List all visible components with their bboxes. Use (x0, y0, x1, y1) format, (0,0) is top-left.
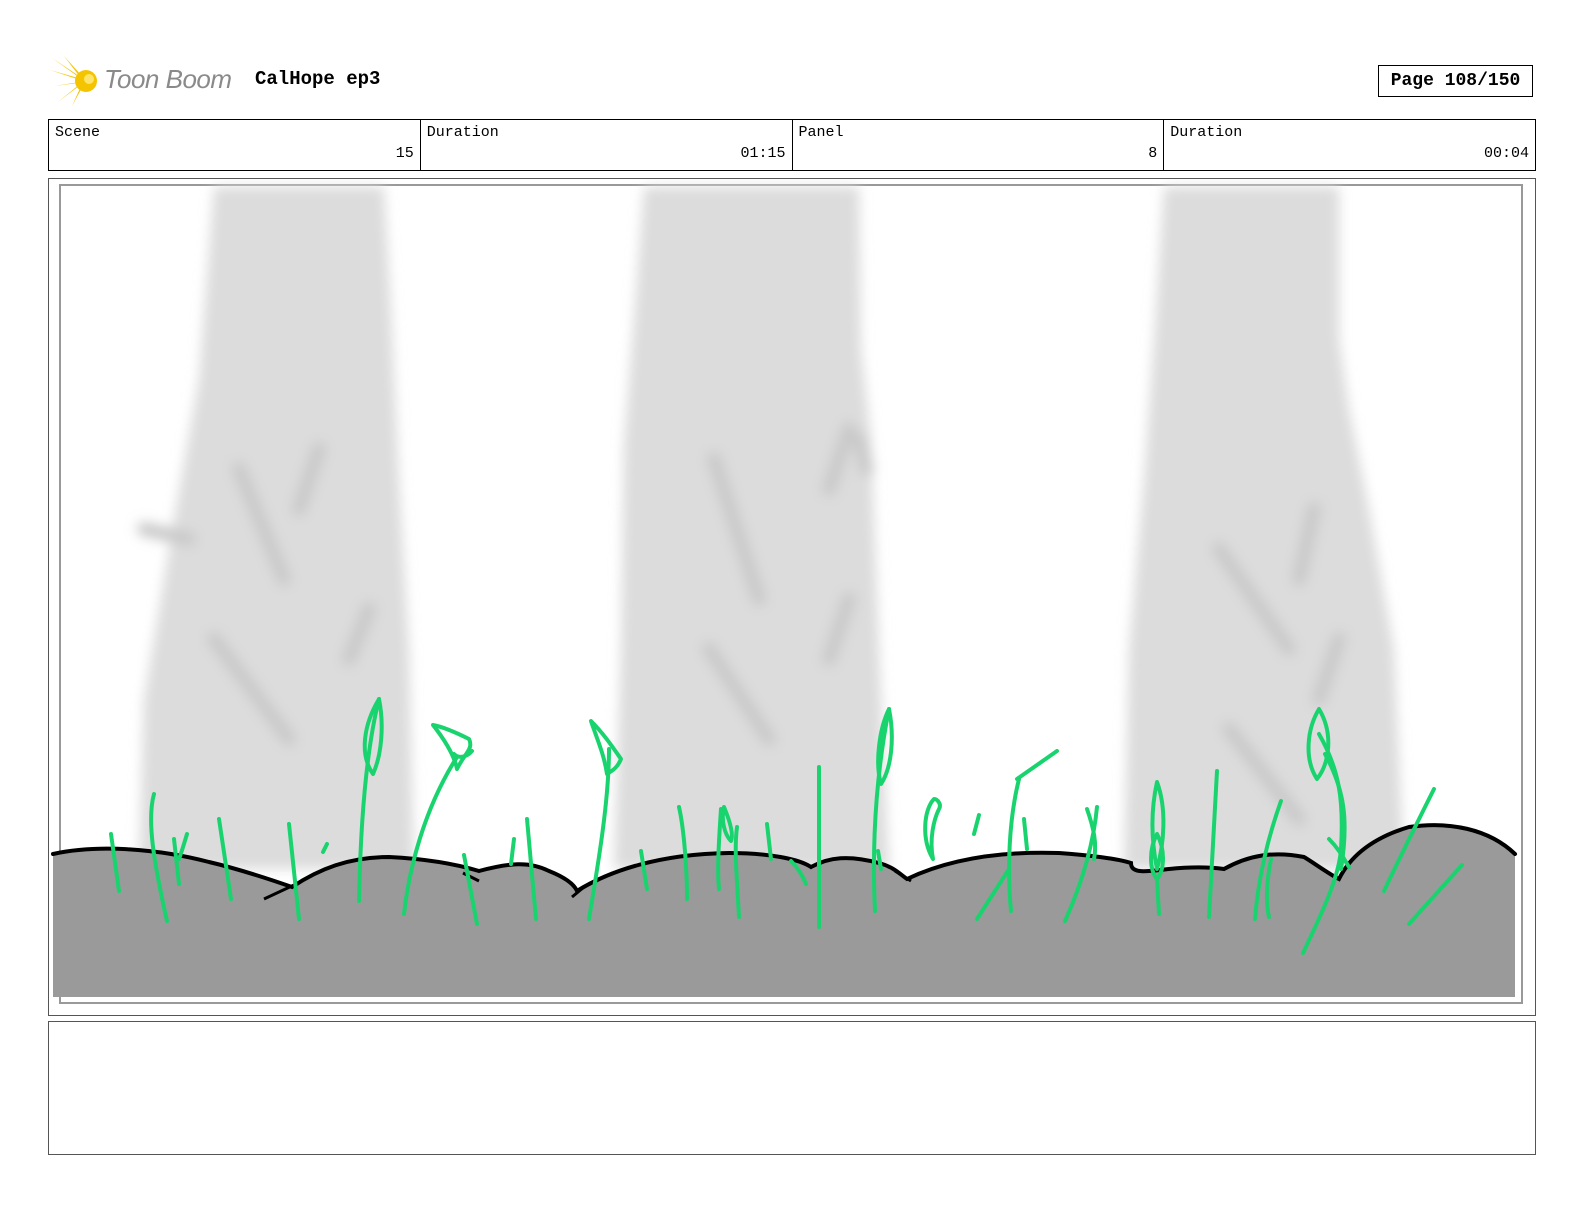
scene-duration-cell: Duration 01:15 (421, 120, 793, 170)
panel-duration-value: 00:04 (1483, 145, 1529, 162)
panel-cell: Panel 8 (793, 120, 1165, 170)
scene-cell: Scene 15 (49, 120, 421, 170)
panel-drawing (51, 184, 1523, 1004)
toon-boom-logo: Toon Boom (50, 56, 240, 106)
tree-trunks (137, 187, 1404, 869)
panel-notes-box (48, 1021, 1536, 1155)
panel-duration-label: Duration (1170, 124, 1243, 141)
panel-value: 8 (1148, 145, 1158, 162)
starburst-icon (50, 56, 97, 106)
page-number: Page 108/150 (1378, 65, 1533, 97)
project-title: CalHope ep3 (255, 68, 381, 90)
scene-duration-label: Duration (426, 124, 499, 141)
logo-text: Toon Boom (104, 64, 232, 94)
scene-info-table: Scene 15 Duration 01:15 Panel 8 Duration… (48, 119, 1536, 171)
scene-label: Scene (55, 124, 101, 141)
scene-duration-value: 01:15 (740, 145, 786, 162)
panel-label: Panel (798, 124, 844, 141)
scene-value: 15 (395, 145, 414, 162)
tree-trunk (614, 187, 889, 869)
panel-duration-cell: Duration 00:04 (1164, 120, 1535, 170)
storyboard-panel (48, 178, 1536, 1016)
